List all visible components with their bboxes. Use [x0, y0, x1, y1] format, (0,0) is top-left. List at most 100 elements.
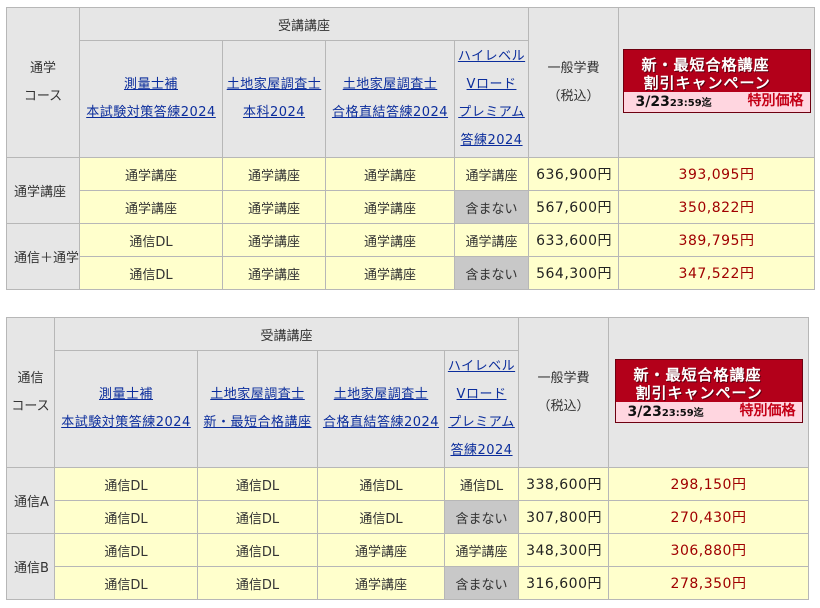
cell-text: 通信DL: [235, 478, 280, 494]
regular-price-text: 348,300円: [526, 543, 602, 559]
course-link[interactable]: ハイレベル Vロード プレミアム 答練2024: [445, 353, 518, 465]
discount-price: 270,430円: [608, 500, 809, 534]
course-label-line: 通信: [17, 370, 44, 386]
cell-text: 通信DL: [104, 544, 148, 560]
course-cell: 通信DL: [54, 533, 198, 567]
course-link-line: Vロード: [456, 387, 507, 402]
cell-text: 通信DL: [235, 577, 280, 593]
discount-price-text: 298,150円: [670, 477, 747, 493]
not-included-cell: 含まない: [454, 256, 529, 290]
row-group-label-text: 通学講座: [14, 185, 67, 200]
table-row: 通学講座 通学講座 通学講座 含まない 567,600円 350,822円: [7, 190, 815, 224]
course-cell: 通信DL: [317, 467, 445, 501]
row-group-label-text: 通信＋通学: [14, 251, 80, 266]
cell-text: 通信DL: [129, 234, 173, 250]
regular-price-text: 307,800円: [526, 510, 602, 526]
cell-text: 通学講座: [465, 168, 518, 184]
discount-price: 350,822円: [618, 190, 815, 224]
not-included-cell: 含まない: [444, 500, 519, 534]
course-link-line: 本試験対策答練2024: [61, 415, 191, 430]
table-row: 通信＋通学 通信DL 通学講座 通学講座 通学講座 633,600円 389,795円: [6, 223, 815, 290]
table-row: 通信A 通信DL 通信DL 通信DL 通信DL 338,600円 298,150円: [6, 467, 809, 534]
regular-price-text: 564,300円: [536, 266, 612, 282]
regular-price-text: 636,900円: [536, 167, 612, 183]
cell-text: 通学講座: [124, 168, 177, 184]
course-link-line: 答練2024: [450, 443, 513, 458]
discount-price: 389,795円: [618, 223, 815, 257]
course-cell: 通信DL: [444, 467, 519, 501]
cell-text: 含まない: [465, 201, 518, 217]
fee-label-line: 一般学費: [537, 370, 590, 386]
course-cell: 通学講座: [79, 190, 223, 224]
row-group-label: 通信A: [6, 467, 55, 534]
table-row: 通信DL 通学講座 通学講座 含まない 564,300円 347,522円: [7, 256, 815, 290]
cell-text: 通学講座: [465, 234, 518, 250]
row-group-label: 通信B: [6, 533, 55, 600]
course-link-line: 土地家屋調査士: [342, 77, 438, 92]
cell-text: 通学講座: [363, 267, 416, 283]
course-label: 通学 コース: [6, 7, 80, 158]
course-link[interactable]: 土地家屋調査士 本科2024: [223, 71, 325, 127]
campaign-banner[interactable]: 新・最短合格講座 割引キャンペーン 3/2323:59迄 特別価格: [614, 358, 803, 423]
course-cell: 通学講座: [317, 533, 445, 567]
cell-text: 通信DL: [359, 511, 403, 527]
cell-text: 通信DL: [235, 544, 280, 560]
discount-price-text: 393,095円: [678, 167, 755, 183]
discount-price-text: 278,350円: [670, 576, 747, 592]
cell-text: 通学講座: [247, 234, 300, 250]
fee-label-line: （税込）: [537, 398, 590, 414]
course-link[interactable]: 土地家屋調査士 新・最短合格講座: [198, 381, 317, 437]
course-link-line: 合格直結答練2024: [322, 415, 440, 430]
course-link[interactable]: 土地家屋調査士 合格直結答練2024: [326, 71, 454, 127]
row-group-label-text: 通信B: [14, 561, 49, 576]
regular-price: 564,300円: [528, 256, 619, 290]
not-included-cell: 含まない: [454, 190, 529, 224]
banner-special: 特別価格: [739, 402, 796, 419]
course-link-line: 合格直結答練2024: [331, 105, 449, 120]
course-label-line: コース: [11, 398, 50, 414]
course-link[interactable]: 土地家屋調査士 合格直結答練2024: [318, 381, 444, 437]
banner-date: 3/2323:59迄: [628, 404, 704, 420]
campaign-banner[interactable]: 新・最短合格講座 割引キャンペーン 3/2323:59迄 特別価格: [622, 48, 811, 113]
fee-header: 一般学費 （税込）: [528, 7, 619, 158]
discount-price-text: 306,880円: [670, 543, 747, 559]
header-group-label: 受講講座: [277, 18, 330, 34]
course-link-line: 土地家屋調査士: [210, 387, 305, 402]
discount-price-text: 270,430円: [670, 510, 747, 526]
discount-price: 298,150円: [608, 467, 809, 501]
course-link-line: 本科2024: [242, 105, 306, 120]
cell-text: 含まない: [465, 267, 518, 283]
course-cell: 通信DL: [197, 500, 318, 534]
course-link[interactable]: ハイレベル Vロード プレミアム 答練2024: [455, 43, 528, 155]
banner-date-text: 3/23: [635, 93, 670, 110]
course-link-line: プレミアム: [448, 415, 515, 430]
banner-date: 3/2323:59迄: [636, 94, 712, 110]
course-cell: 通学講座: [454, 223, 529, 257]
cell-text: 通信DL: [235, 511, 280, 527]
cell-text: 通学講座: [354, 577, 407, 593]
course-cell: 通学講座: [222, 256, 326, 290]
course-column-header: 測量士補 本試験対策答練2024: [79, 40, 223, 158]
course-column-header: 測量士補本試験対策答練2024: [54, 350, 198, 468]
course-cell: 通学講座: [325, 223, 455, 257]
regular-price: 348,300円: [518, 533, 609, 567]
course-cell: 通信DL: [197, 533, 318, 567]
course-cell: 通信DL: [54, 467, 198, 501]
regular-price: 567,600円: [528, 190, 619, 224]
course-cell: 通学講座: [325, 190, 455, 224]
course-cell: 通信DL: [197, 467, 318, 501]
header-group: 受講講座: [54, 317, 519, 351]
table-row: 通信DL 通信DL 通信DL 含まない 307,800円 270,430円: [7, 500, 809, 534]
cell-text: 通学講座: [124, 201, 177, 217]
course-link[interactable]: 測量士補本試験対策答練2024: [55, 381, 197, 437]
course-cell: 通学講座: [222, 157, 326, 191]
course-link[interactable]: 測量士補 本試験対策答練2024: [80, 71, 222, 127]
row-group-label: 通学講座: [6, 157, 80, 224]
course-column-header: 土地家屋調査士 合格直結答練2024: [317, 350, 445, 468]
campaign-banner-cell: 新・最短合格講座 割引キャンペーン 3/2323:59迄 特別価格: [608, 317, 809, 468]
course-cell: 通学講座: [222, 223, 326, 257]
cell-text: 通学講座: [247, 267, 300, 283]
cell-text: 通信DL: [104, 478, 148, 494]
regular-price: 307,800円: [518, 500, 609, 534]
course-link-line: 測量士補: [98, 387, 153, 402]
